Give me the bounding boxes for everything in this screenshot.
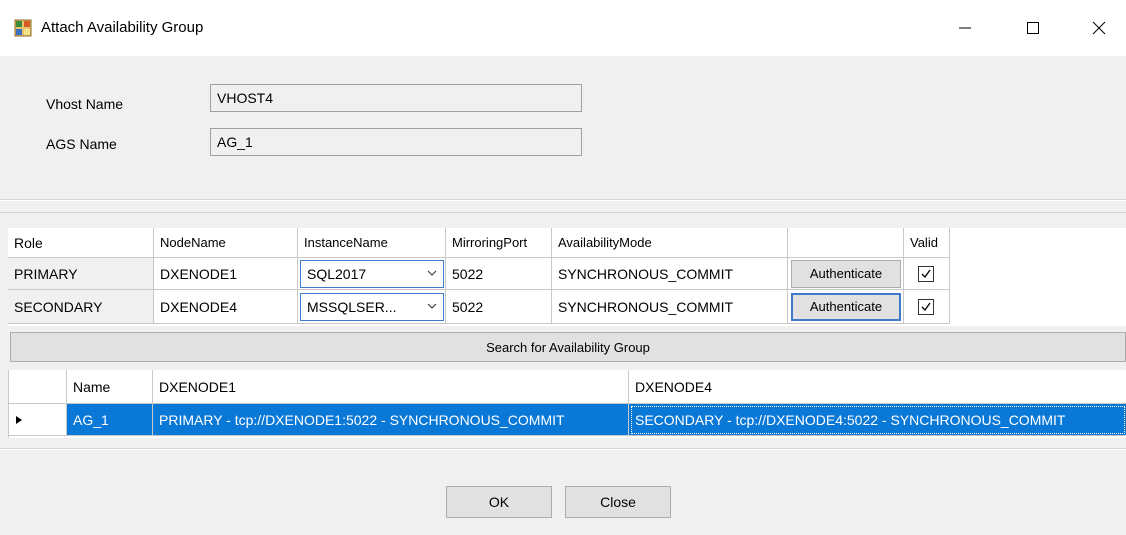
column-header-node-name[interactable]: NodeName [154,228,298,258]
search-availability-group-button[interactable]: Search for Availability Group [10,332,1126,362]
column-header-mirroring-port[interactable]: MirroringPort [446,228,552,258]
instance-dropdown-value: MSSQLSER... [307,298,397,315]
divider [0,200,1126,201]
chevron-down-icon [427,303,437,309]
ag-name-cell[interactable]: AG_1 [67,404,153,436]
authenticate-button[interactable]: Authenticate [791,259,901,288]
table-row[interactable]: AG_1 PRIMARY - tcp://DXENODE1:5022 - SYN… [9,404,1126,436]
title-bar: Attach Availability Group [0,0,1126,56]
instance-dropdown[interactable]: SQL2017 [300,259,444,288]
row-pointer-icon [16,415,22,424]
row-selector[interactable] [9,404,67,436]
column-header-dxenode4[interactable]: DXENODE4 [629,370,1126,404]
port-cell[interactable]: 5022 [446,290,552,324]
valid-cell [904,290,950,324]
action-cell: Authenticate [788,258,904,290]
column-header-dxenode1[interactable]: DXENODE1 [153,370,629,404]
vhost-name-field[interactable]: VHOST4 [210,84,582,112]
close-button[interactable]: Close [565,486,671,518]
authenticate-button[interactable]: Authenticate [791,292,901,321]
column-header-action[interactable] [788,228,904,258]
node-name-cell[interactable]: DXENODE4 [154,290,298,324]
table-row[interactable]: PRIMARY DXENODE1 SQL2017 5022 SYNCHRONOU… [8,258,950,290]
node-name-cell[interactable]: DXENODE1 [154,258,298,290]
instance-dropdown[interactable]: MSSQLSER... [300,292,444,321]
instance-dropdown-value: SQL2017 [307,265,367,282]
divider [0,449,1126,450]
checkmark-icon [921,269,931,278]
minimize-icon [959,27,971,29]
availability-group-grid[interactable]: Name DXENODE1 DXENODE4 AG_1 PRIMARY - tc… [8,370,1126,438]
divider [0,212,1126,213]
column-header-availability-mode[interactable]: AvailabilityMode [552,228,788,258]
minimize-button[interactable] [942,8,988,48]
instance-cell[interactable]: MSSQLSER... [298,290,446,324]
column-header-role[interactable]: Role [8,228,154,258]
maximize-icon [1027,22,1039,34]
vhost-name-label: Vhost Name [46,96,124,112]
dxenode1-cell[interactable]: PRIMARY - tcp://DXENODE1:5022 - SYNCHRON… [153,404,629,436]
ag-grid-header: Name DXENODE1 DXENODE4 [9,370,1126,404]
nodes-grid[interactable]: Role NodeName InstanceName MirroringPort… [8,228,1126,326]
dxenode4-cell[interactable]: SECONDARY - tcp://DXENODE4:5022 - SYNCHR… [629,404,1126,436]
column-header-valid[interactable]: Valid [904,228,950,258]
mode-cell[interactable]: SYNCHRONOUS_COMMIT [552,290,788,324]
role-cell[interactable]: SECONDARY [8,290,154,324]
mode-cell[interactable]: SYNCHRONOUS_COMMIT [552,258,788,290]
valid-checkbox[interactable] [918,265,934,282]
action-cell: Authenticate [788,290,904,324]
port-cell[interactable]: 5022 [446,258,552,290]
ags-name-label: AGS Name [46,136,117,152]
ok-button[interactable]: OK [446,486,552,518]
role-cell[interactable]: PRIMARY [8,258,154,290]
window-title: Attach Availability Group [41,19,204,36]
column-header-name[interactable]: Name [67,370,153,404]
nodes-grid-header: Role NodeName InstanceName MirroringPort… [8,228,950,258]
valid-checkbox[interactable] [918,298,934,315]
maximize-button[interactable] [1010,8,1056,48]
chevron-down-icon [427,270,437,276]
table-row[interactable]: SECONDARY DXENODE4 MSSQLSER... 5022 SYNC… [8,290,950,324]
close-icon [1092,21,1106,35]
valid-cell [904,258,950,290]
grid-app-icon [14,19,32,37]
ags-name-field[interactable]: AG_1 [210,128,582,156]
checkmark-icon [921,302,931,311]
column-header-instance-name[interactable]: InstanceName [298,228,446,258]
close-window-button[interactable] [1076,8,1122,48]
instance-cell[interactable]: SQL2017 [298,258,446,290]
row-header-corner [9,370,67,404]
